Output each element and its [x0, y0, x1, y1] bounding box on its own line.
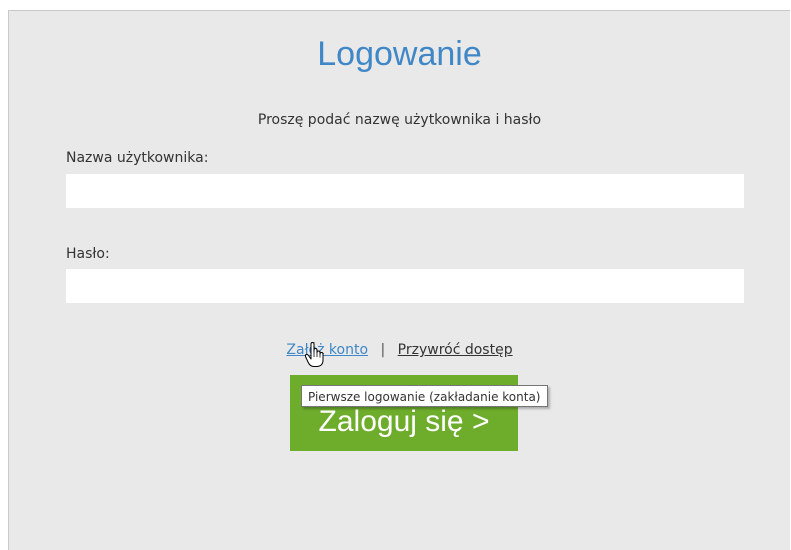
- password-label: Hasło:: [66, 246, 110, 262]
- password-input[interactable]: [66, 269, 744, 303]
- create-account-link[interactable]: Załóż konto: [286, 342, 368, 358]
- hand-pointer-icon: [304, 342, 324, 367]
- login-panel: Logowanie Proszę podać nazwę użytkownika…: [8, 10, 790, 550]
- link-separator: |: [380, 342, 386, 358]
- login-instructions: Proszę podać nazwę użytkownika i hasło: [257, 112, 542, 128]
- username-label: Nazwa użytkownika:: [66, 150, 209, 166]
- restore-access-link[interactable]: Przywróć dostęp: [398, 342, 513, 358]
- create-account-tooltip: Pierwsze logowanie (zakładanie konta): [301, 385, 548, 407]
- username-input[interactable]: [66, 174, 744, 208]
- page-title: Logowanie: [317, 35, 482, 73]
- account-links: Załóż konto | Przywróć dostęp: [9, 342, 790, 358]
